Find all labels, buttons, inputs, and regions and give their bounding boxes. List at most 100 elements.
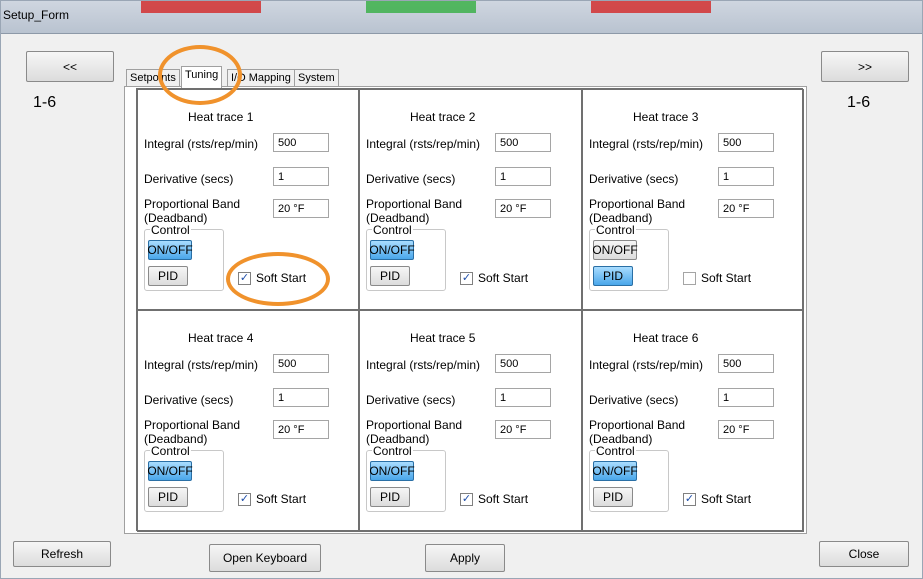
on-off-button[interactable]: ON/OFF [592,240,638,260]
proportional-band-label: Proportional Band [589,418,686,432]
control-mode-group: Control ON/OFF PID [144,444,224,512]
apply-button[interactable]: Apply [425,544,505,572]
on-off-button[interactable]: ON/OFF [369,461,415,481]
soft-start-checkbox[interactable]: ✓ [683,493,696,506]
on-off-button[interactable]: ON/OFF [147,461,193,481]
close-button[interactable]: Close [819,541,909,567]
heat-trace-3-cell: Heat trace 3 Integral (rsts/rep/min) 500… [582,89,804,310]
derivative-label: Derivative (secs) [144,172,234,186]
proportional-band-label: Proportional Band [144,418,241,432]
derivative-input[interactable]: 1 [718,388,774,407]
tab-system[interactable]: System [294,69,339,87]
control-mode-group: Control ON/OFF PID [589,223,669,291]
proportional-band-input[interactable]: 20 °F [495,199,551,218]
on-off-button[interactable]: ON/OFF [369,240,415,260]
control-group-label: Control [595,444,636,458]
pid-button[interactable]: PID [593,266,633,286]
heat-trace-1-cell: Heat trace 1 Integral (rsts/rep/min) 500… [137,89,359,310]
derivative-label: Derivative (secs) [589,393,679,407]
tab-tuning[interactable]: Tuning [181,66,223,88]
derivative-input[interactable]: 1 [495,167,551,186]
control-mode-group: Control ON/OFF PID [144,223,224,291]
heat-trace-grid: Heat trace 1 Integral (rsts/rep/min) 500… [136,88,804,532]
control-group-label: Control [372,223,413,237]
heat-trace-title: Heat trace 2 [410,110,476,124]
heat-trace-4-cell: Heat trace 4 Integral (rsts/rep/min) 500… [137,310,359,532]
integral-input[interactable]: 500 [495,354,551,373]
integral-input[interactable]: 500 [718,133,774,152]
derivative-input[interactable]: 1 [495,388,551,407]
proportional-band-label: Proportional Band [366,197,463,211]
control-group-label: Control [372,444,413,458]
integral-input[interactable]: 500 [495,133,551,152]
integral-input[interactable]: 500 [273,354,329,373]
control-mode-group: Control ON/OFF PID [366,223,446,291]
open-keyboard-button[interactable]: Open Keyboard [209,544,321,572]
heat-trace-title: Heat trace 3 [633,110,699,124]
proportional-band-input[interactable]: 20 °F [495,420,551,439]
integral-label: Integral (rsts/rep/min) [144,358,259,372]
control-group-label: Control [150,223,191,237]
control-mode-group: Control ON/OFF PID [366,444,446,512]
heat-trace-6-cell: Heat trace 6 Integral (rsts/rep/min) 500… [582,310,804,532]
soft-start-label: Soft Start [256,271,307,285]
window-title: Setup_Form [3,8,70,22]
heat-trace-title: Heat trace 5 [410,331,476,345]
control-mode-group: Control ON/OFF PID [589,444,669,512]
derivative-input[interactable]: 1 [273,167,329,186]
integral-input[interactable]: 500 [718,354,774,373]
heat-trace-5-cell: Heat trace 5 Integral (rsts/rep/min) 500… [359,310,582,532]
soft-start-checkbox[interactable]: ✓ [238,493,251,506]
soft-start-checkbox[interactable]: ✓ [683,272,696,285]
heat-trace-2-cell: Heat trace 2 Integral (rsts/rep/min) 500… [359,89,582,310]
on-off-button[interactable]: ON/OFF [147,240,193,260]
proportional-band-label: Proportional Band [144,197,241,211]
left-range-label: 1-6 [33,94,57,111]
prev-page-button[interactable]: << [26,51,114,82]
background-red-indicator-2 [591,1,711,13]
heat-trace-title: Heat trace 6 [633,331,699,345]
pid-button[interactable]: PID [148,487,188,507]
soft-start-checkbox[interactable]: ✓ [460,272,473,285]
derivative-label: Derivative (secs) [589,172,679,186]
integral-label: Integral (rsts/rep/min) [366,358,481,372]
pid-button[interactable]: PID [148,266,188,286]
proportional-band-label: Proportional Band [589,197,686,211]
control-group-label: Control [595,223,636,237]
pid-button[interactable]: PID [370,266,410,286]
derivative-input[interactable]: 1 [273,388,329,407]
proportional-band-input[interactable]: 20 °F [273,199,329,218]
proportional-band-input[interactable]: 20 °F [718,420,774,439]
title-bar: Setup_Form [1,1,922,34]
derivative-input[interactable]: 1 [718,167,774,186]
soft-start-label: Soft Start [478,271,529,285]
integral-label: Integral (rsts/rep/min) [589,137,704,151]
on-off-button[interactable]: ON/OFF [592,461,638,481]
soft-start-label: Soft Start [256,492,307,506]
control-group-label: Control [150,444,191,458]
derivative-label: Derivative (secs) [366,393,456,407]
integral-input[interactable]: 500 [273,133,329,152]
tab-setpoints[interactable]: Setpoints [126,69,180,87]
soft-start-label: Soft Start [478,492,529,506]
next-page-button[interactable]: >> [821,51,909,82]
right-range-label: 1-6 [847,94,871,111]
background-red-indicator [141,1,261,13]
tab-io-mapping[interactable]: I/O Mapping [227,69,295,87]
soft-start-checkbox[interactable]: ✓ [238,272,251,285]
heat-trace-title: Heat trace 1 [188,110,254,124]
heat-trace-title: Heat trace 4 [188,331,254,345]
proportional-band-input[interactable]: 20 °F [718,199,774,218]
setup-form-window: Setup_Form << >> 1-6 1-6 Setpoints Tunin… [0,0,923,579]
soft-start-checkbox[interactable]: ✓ [460,493,473,506]
proportional-band-input[interactable]: 20 °F [273,420,329,439]
integral-label: Integral (rsts/rep/min) [366,137,481,151]
background-green-indicator [366,1,476,13]
refresh-button[interactable]: Refresh [13,541,111,567]
derivative-label: Derivative (secs) [366,172,456,186]
pid-button[interactable]: PID [593,487,633,507]
integral-label: Integral (rsts/rep/min) [589,358,704,372]
soft-start-label: Soft Start [701,271,752,285]
derivative-label: Derivative (secs) [144,393,234,407]
pid-button[interactable]: PID [370,487,410,507]
